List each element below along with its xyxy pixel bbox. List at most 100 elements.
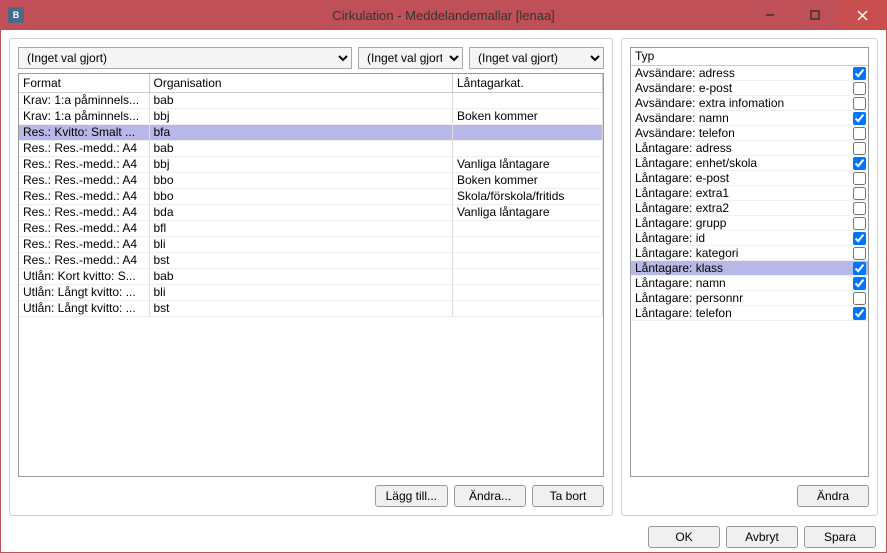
app-icon: B bbox=[8, 7, 24, 23]
typ-checkbox[interactable] bbox=[853, 127, 866, 140]
typ-row[interactable]: Låntagare: adress bbox=[631, 141, 868, 156]
close-button[interactable] bbox=[837, 0, 887, 30]
minimize-button[interactable] bbox=[747, 0, 792, 30]
cell-org: bab bbox=[149, 268, 453, 284]
typ-checkbox[interactable] bbox=[853, 217, 866, 230]
typ-row[interactable]: Låntagare: namn bbox=[631, 276, 868, 291]
left-panel: (Inget val gjort) (Inget val gjort) (Ing… bbox=[9, 38, 613, 516]
cell-lant bbox=[453, 140, 603, 156]
typ-row[interactable]: Låntagare: enhet/skola bbox=[631, 156, 868, 171]
table-row[interactable]: Utlån: Långt kvitto: ...bst bbox=[19, 300, 603, 316]
typ-checkbox[interactable] bbox=[853, 97, 866, 110]
save-button[interactable]: Spara bbox=[804, 526, 876, 548]
cell-org: bfl bbox=[149, 220, 453, 236]
cell-format: Utlån: Kort kvitto: S... bbox=[19, 268, 149, 284]
typ-row[interactable]: Låntagare: kategori bbox=[631, 246, 868, 261]
filter-dropdown-1[interactable]: (Inget val gjort) bbox=[18, 47, 352, 69]
filter-dropdown-3[interactable]: (Inget val gjort) bbox=[469, 47, 604, 69]
typ-label: Låntagare: kategori bbox=[635, 246, 853, 261]
typ-row[interactable]: Låntagare: id bbox=[631, 231, 868, 246]
typ-checkbox[interactable] bbox=[853, 232, 866, 245]
typ-header[interactable]: Typ bbox=[631, 48, 868, 66]
cell-format: Res.: Res.-medd.: A4 bbox=[19, 252, 149, 268]
col-header-format[interactable]: Format bbox=[19, 74, 149, 92]
typ-checkbox[interactable] bbox=[853, 292, 866, 305]
table-row[interactable]: Res.: Res.-medd.: A4bboSkola/förskola/fr… bbox=[19, 188, 603, 204]
col-header-lant[interactable]: Låntagarkat. bbox=[453, 74, 603, 92]
add-button[interactable]: Lägg till... bbox=[375, 485, 448, 507]
templates-table: Format Organisation Låntagarkat. Krav: 1… bbox=[19, 74, 603, 317]
typ-checkbox[interactable] bbox=[853, 277, 866, 290]
typ-checkbox[interactable] bbox=[853, 187, 866, 200]
cell-org: bst bbox=[149, 300, 453, 316]
filter-dropdown-2[interactable]: (Inget val gjort) bbox=[358, 47, 463, 69]
table-row[interactable]: Res.: Res.-medd.: A4bbjVanliga låntagare bbox=[19, 156, 603, 172]
typ-checkbox[interactable] bbox=[853, 112, 866, 125]
cell-format: Utlån: Långt kvitto: ... bbox=[19, 300, 149, 316]
typ-row[interactable]: Låntagare: extra1 bbox=[631, 186, 868, 201]
typ-row[interactable]: Låntagare: telefon bbox=[631, 306, 868, 321]
table-row[interactable]: Krav: 1:a påminnels...bab bbox=[19, 92, 603, 108]
cell-lant bbox=[453, 268, 603, 284]
typ-checkbox[interactable] bbox=[853, 67, 866, 80]
delete-button[interactable]: Ta bort bbox=[532, 485, 604, 507]
table-row[interactable]: Res.: Kvitto: Smalt ...bfa bbox=[19, 124, 603, 140]
typ-checkbox[interactable] bbox=[853, 142, 866, 155]
typ-label: Låntagare: enhet/skola bbox=[635, 156, 853, 171]
typ-row[interactable]: Låntagare: grupp bbox=[631, 216, 868, 231]
typ-label: Låntagare: e-post bbox=[635, 171, 853, 186]
typ-row[interactable]: Avsändare: adress bbox=[631, 66, 868, 81]
typ-list-wrap[interactable]: Typ Avsändare: adressAvsändare: e-postAv… bbox=[630, 47, 869, 477]
right-buttons: Ändra bbox=[630, 485, 869, 507]
ok-button[interactable]: OK bbox=[648, 526, 720, 548]
typ-row[interactable]: Låntagare: klass bbox=[631, 261, 868, 276]
table-row[interactable]: Res.: Res.-medd.: A4bfl bbox=[19, 220, 603, 236]
typ-row[interactable]: Låntagare: extra2 bbox=[631, 201, 868, 216]
typ-checkbox[interactable] bbox=[853, 247, 866, 260]
cell-org: bbo bbox=[149, 188, 453, 204]
cell-org: bbo bbox=[149, 172, 453, 188]
typ-checkbox[interactable] bbox=[853, 307, 866, 320]
cell-lant bbox=[453, 92, 603, 108]
typ-row[interactable]: Låntagare: e-post bbox=[631, 171, 868, 186]
titlebar: B Cirkulation - Meddelandemallar [lenaa] bbox=[0, 0, 887, 30]
typ-label: Låntagare: grupp bbox=[635, 216, 853, 231]
cell-format: Utlån: Långt kvitto: ... bbox=[19, 284, 149, 300]
cell-format: Res.: Res.-medd.: A4 bbox=[19, 156, 149, 172]
table-row[interactable]: Res.: Res.-medd.: A4bli bbox=[19, 236, 603, 252]
table-row[interactable]: Res.: Res.-medd.: A4bab bbox=[19, 140, 603, 156]
cell-lant bbox=[453, 284, 603, 300]
typ-row[interactable]: Avsändare: telefon bbox=[631, 126, 868, 141]
cancel-button[interactable]: Avbryt bbox=[726, 526, 798, 548]
typ-label: Låntagare: id bbox=[635, 231, 853, 246]
typ-row[interactable]: Låntagare: personnr bbox=[631, 291, 868, 306]
templates-table-wrap[interactable]: Format Organisation Låntagarkat. Krav: 1… bbox=[18, 73, 604, 477]
typ-label: Avsändare: adress bbox=[635, 66, 853, 81]
table-row[interactable]: Utlån: Kort kvitto: S...bab bbox=[19, 268, 603, 284]
dialog-footer: OK Avbryt Spara bbox=[9, 526, 878, 548]
cell-lant: Boken kommer bbox=[453, 172, 603, 188]
typ-label: Låntagare: telefon bbox=[635, 306, 853, 321]
table-row[interactable]: Res.: Res.-medd.: A4bdaVanliga låntagare bbox=[19, 204, 603, 220]
typ-row[interactable]: Avsändare: namn bbox=[631, 111, 868, 126]
typ-checkbox[interactable] bbox=[853, 157, 866, 170]
col-header-org[interactable]: Organisation bbox=[149, 74, 453, 92]
typ-row[interactable]: Avsändare: extra infomation bbox=[631, 96, 868, 111]
table-row[interactable]: Res.: Res.-medd.: A4bst bbox=[19, 252, 603, 268]
table-row[interactable]: Krav: 1:a påminnels...bbjBoken kommer bbox=[19, 108, 603, 124]
typ-label: Låntagare: extra2 bbox=[635, 201, 853, 216]
typ-checkbox[interactable] bbox=[853, 172, 866, 185]
maximize-button[interactable] bbox=[792, 0, 837, 30]
typ-checkbox[interactable] bbox=[853, 262, 866, 275]
typ-checkbox[interactable] bbox=[853, 82, 866, 95]
typ-edit-button[interactable]: Ändra bbox=[797, 485, 869, 507]
typ-label: Låntagare: extra1 bbox=[635, 186, 853, 201]
typ-row[interactable]: Avsändare: e-post bbox=[631, 81, 868, 96]
edit-button[interactable]: Ändra... bbox=[454, 485, 526, 507]
typ-label: Låntagare: adress bbox=[635, 141, 853, 156]
table-row[interactable]: Utlån: Långt kvitto: ...bli bbox=[19, 284, 603, 300]
cell-org: bda bbox=[149, 204, 453, 220]
cell-format: Res.: Res.-medd.: A4 bbox=[19, 236, 149, 252]
table-row[interactable]: Res.: Res.-medd.: A4bboBoken kommer bbox=[19, 172, 603, 188]
typ-checkbox[interactable] bbox=[853, 202, 866, 215]
